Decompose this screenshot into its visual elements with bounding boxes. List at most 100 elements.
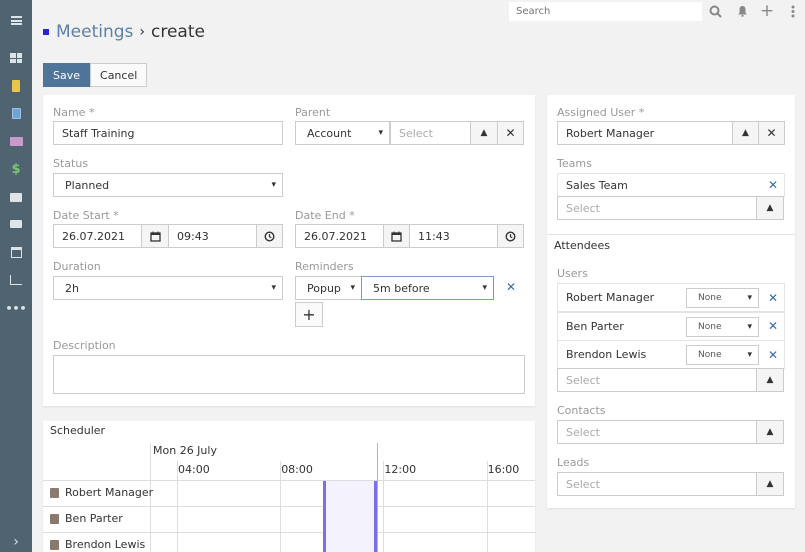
date-end-date-input[interactable]: 26.07.2021	[295, 224, 384, 248]
attendee-status-value: None	[698, 293, 722, 303]
leads-select-input[interactable]: Select	[557, 472, 757, 496]
reminder-time-select[interactable]: 5m before ▾	[361, 276, 494, 300]
hour-tick-label: 08:00	[281, 463, 313, 476]
attendee-status-select[interactable]: None ▾	[686, 345, 759, 365]
remove-team-icon[interactable]: ✕	[768, 178, 778, 192]
leads-select-button[interactable]: ▲	[756, 472, 784, 496]
scope-color-marker	[43, 29, 49, 35]
parent-select-button[interactable]: ▲	[470, 121, 498, 145]
add-reminder-button[interactable]: +	[295, 302, 323, 327]
reminder-type-value: Popup	[307, 281, 341, 295]
parent-type-select[interactable]: Account ▾	[295, 121, 390, 145]
parent-clear-button[interactable]: ✕	[497, 121, 524, 145]
avatar	[50, 539, 59, 550]
teams-select-button[interactable]: ▲	[756, 196, 784, 220]
assigned-user-input[interactable]: Robert Manager	[557, 121, 733, 145]
dashboard-icon[interactable]	[0, 48, 32, 68]
accounts-icon[interactable]	[0, 76, 32, 96]
leads-icon[interactable]	[0, 131, 32, 151]
chevron-up-icon: ▲	[766, 375, 774, 385]
assigned-user-label: Assigned User *	[557, 106, 645, 119]
date-end-calendar-button[interactable]	[383, 224, 410, 248]
menu-icon[interactable]	[0, 10, 32, 30]
attendee-user-name[interactable]: Brendon Lewis	[566, 348, 646, 361]
contacts-label: Contacts	[557, 404, 606, 417]
contacts-select-input[interactable]: Select	[557, 420, 757, 444]
calendar-icon[interactable]	[0, 242, 32, 262]
avatar	[50, 513, 59, 524]
attendee-status-select[interactable]: None ▾	[686, 288, 759, 308]
name-input[interactable]: Staff Training	[53, 121, 283, 145]
ellipsis-icon: •••	[5, 301, 27, 315]
remove-attendee-icon[interactable]: ✕	[768, 319, 778, 333]
close-icon: ✕	[506, 280, 517, 294]
leads-label: Leads	[557, 456, 590, 469]
contacts-icon[interactable]	[0, 103, 32, 123]
scheduler-title: Scheduler	[50, 424, 106, 437]
clock-icon	[505, 230, 516, 242]
attendee-status-select[interactable]: None ▾	[686, 316, 759, 337]
global-search-input[interactable]	[509, 2, 702, 21]
date-end-time-input[interactable]: 11:43	[409, 224, 498, 248]
users-select-input[interactable]: Select	[557, 368, 757, 392]
description-textarea[interactable]	[53, 355, 525, 394]
more-icon[interactable]: •••	[0, 298, 32, 318]
kebab-menu-icon[interactable]	[785, 3, 801, 19]
reminder-time-value: 5m before	[373, 281, 430, 295]
parent-label: Parent	[295, 106, 331, 119]
users-select-button[interactable]: ▲	[756, 368, 784, 392]
attendee-user-name[interactable]: Ben Parter	[566, 320, 624, 333]
quick-create-plus-icon[interactable]: +	[759, 1, 775, 21]
chevron-up-icon: ▲	[766, 427, 774, 437]
date-end-time-button[interactable]	[497, 224, 524, 248]
attendee-user-row: Robert Manager None ▾ ✕	[557, 283, 785, 312]
avatar	[50, 487, 59, 498]
attendees-heading: Attendees	[554, 239, 610, 252]
reports-icon[interactable]	[0, 270, 32, 290]
date-start-date-input[interactable]: 26.07.2021	[53, 224, 142, 248]
save-button[interactable]: Save	[43, 63, 91, 87]
row-divider	[43, 506, 535, 507]
breadcrumb-separator: ›	[139, 24, 146, 40]
remove-attendee-icon[interactable]: ✕	[768, 291, 778, 305]
close-icon: ✕	[766, 126, 777, 140]
status-select[interactable]: Planned ▾	[53, 173, 283, 197]
cases-icon[interactable]	[0, 187, 32, 207]
attendee-user-name[interactable]: Robert Manager	[566, 291, 654, 304]
date-start-time-button[interactable]	[256, 224, 283, 248]
duration-label: Duration	[53, 260, 101, 273]
row-divider	[43, 532, 535, 533]
teams-select-input[interactable]: Select	[557, 196, 757, 220]
remove-attendee-icon[interactable]: ✕	[768, 348, 778, 362]
reminders-label: Reminders	[295, 260, 354, 273]
expand-sidebar-icon[interactable]: ›	[0, 532, 32, 552]
date-start-time-input[interactable]: 09:43	[168, 224, 257, 248]
chevron-up-icon: ▲	[480, 128, 488, 138]
opportunities-icon[interactable]: $	[0, 159, 32, 179]
scheduler-user-name: Robert Manager	[65, 486, 154, 499]
contacts-select-button[interactable]: ▲	[756, 420, 784, 444]
sidebar: $ ••• ›	[0, 0, 32, 552]
meeting-start-marker	[323, 481, 327, 552]
parent-select-input[interactable]: Select	[390, 121, 471, 145]
users-label: Users	[557, 267, 588, 280]
reminder-type-select[interactable]: Popup ▾	[295, 276, 362, 300]
assigned-user-select-button[interactable]: ▲	[732, 121, 759, 145]
scheduler-user-row: Robert Manager	[50, 486, 153, 499]
duration-select[interactable]: 2h ▾	[53, 276, 283, 300]
breadcrumb-meetings-link[interactable]: Meetings	[56, 22, 133, 42]
attendee-user-row: Ben Parter None ▾ ✕	[557, 311, 785, 341]
divider	[547, 234, 795, 235]
assigned-user-clear-button[interactable]: ✕	[758, 121, 785, 145]
remove-reminder-button[interactable]: ✕	[506, 280, 516, 294]
action-buttons: Save Cancel	[43, 63, 148, 87]
notifications-bell-icon[interactable]	[734, 3, 750, 19]
emails-icon[interactable]	[0, 214, 32, 234]
close-icon: ✕	[505, 126, 516, 140]
chevron-right-icon: ›	[13, 534, 19, 550]
search-icon[interactable]	[707, 3, 723, 19]
current-time-line	[377, 443, 379, 552]
date-start-calendar-button[interactable]	[141, 224, 169, 248]
cancel-button[interactable]: Cancel	[90, 63, 148, 87]
status-label: Status	[53, 157, 89, 170]
